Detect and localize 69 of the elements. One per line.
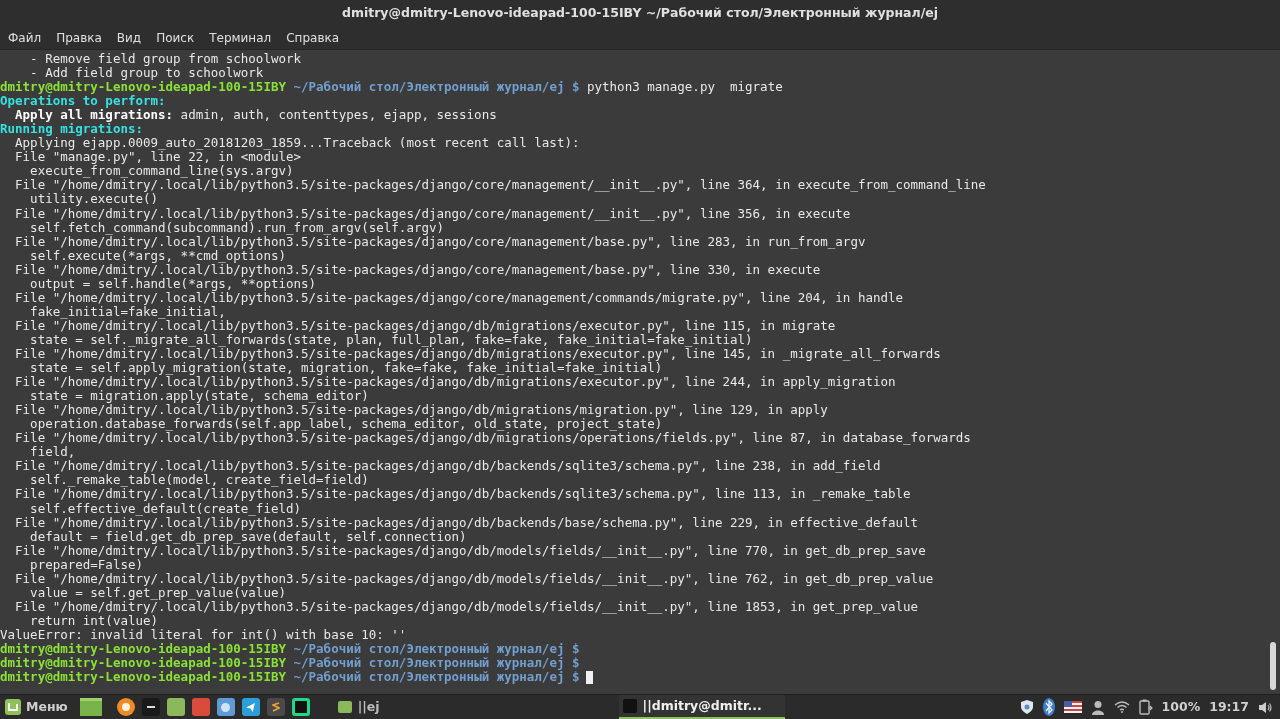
- wifi-icon[interactable]: [1113, 701, 1130, 713]
- terminal-line: state = self.apply_migration(state, migration, fake=fake, fake_initial=fake_initial): [30, 361, 663, 376]
- terminal-line: self.effective_default(create_field): [29, 501, 302, 516]
- editor-icon[interactable]: [266, 698, 285, 716]
- terminal-line: File "/home/dmitry/.local/lib/python3.5/site-packages/django/db/migrations/operations/fields.py", line 87, in database_forwards: [14, 431, 971, 446]
- terminal-line: value = self.get_prep_value(value): [29, 585, 286, 600]
- terminal-line: output = self.handle(*args, **options): [29, 276, 317, 291]
- terminal-line: Applying ejapp.0009_auto_20181203_1859...Traceback (most recent call last):: [15, 136, 580, 151]
- battery-icon[interactable]: [1138, 699, 1153, 715]
- window-button[interactable]: ||dmitry@dmitr...: [618, 695, 785, 719]
- terminal-line: Running migrations:: [0, 122, 143, 137]
- terminal-line: File "manage.py", line 22, in <module>: [14, 150, 302, 165]
- terminal-line: File "/home/dmitry/.local/lib/python3.5/site-packages/django/core/management/base.py", line 330, in execute: [14, 262, 821, 277]
- menu-item[interactable]: Поиск: [156, 28, 195, 47]
- terminal-line: File "/home/dmitry/.local/lib/python3.5/site-packages/django/db/migrations/executor.py", line 244, in apply_migration: [14, 375, 896, 390]
- terminal-line: field,: [29, 445, 76, 460]
- menu-item[interactable]: Справка: [286, 28, 340, 47]
- terminal-line: File "/home/dmitry/.local/lib/python3.5/site-packages/django/db/migrations/executor.py", line 145, in _migrate_all_forwards: [14, 347, 941, 362]
- terminal-line: File "/home/dmitry/.local/lib/python3.5/site-packages/django/core/management/__init__.py", line 356, in execute: [14, 206, 851, 221]
- terminal-line: state = migration.apply(state, schema_editor): [30, 389, 369, 404]
- shield-icon[interactable]: [1019, 699, 1034, 715]
- scrollbar-thumb[interactable]: [1270, 642, 1276, 690]
- terminal-line: self.fetch_command(subcommand).run_from_argv(self.argv): [29, 220, 444, 235]
- terminal-line: File "/home/dmitry/.local/lib/python3.5/site-packages/django/db/models/fields/__init__.py", line 1853, in get_prep_value: [14, 599, 919, 614]
- terminal-line: utility.execute(): [29, 192, 159, 207]
- terminal-line: File "/home/dmitry/.local/lib/python3.5/site-packages/django/db/models/fields/__init__.py", line 770, in get_db_prep_save: [14, 543, 926, 558]
- terminal-line: - Add field group to schoolwork: [30, 66, 264, 81]
- terminal-line: state = self._migrate_all_forwards(state, plan, full_plan, fake=fake, fake_initial=fake_initial): [29, 332, 753, 347]
- terminal-line: File "/home/dmitry/.local/lib/python3.5/site-packages/django/core/management/__init__.py", line 364, in execute_from_command_line: [14, 178, 986, 193]
- bluetooth-icon[interactable]: [1042, 698, 1055, 716]
- terminal-line: File "/home/dmitry/.local/lib/python3.5/site-packages/django/core/management/base.py", line 283, in run_from_argv: [14, 234, 866, 249]
- menu-item[interactable]: Терминал: [209, 28, 272, 47]
- terminal-line: dmitry@dmitry-Lenovo-ideapad-100-15IBY ~/Рабочий стол/Электронный журнал/ej $: [0, 656, 580, 670]
- menu-item[interactable]: Вид: [116, 28, 142, 47]
- terminal-line: File "/home/dmitry/.local/lib/python3.5/site-packages/django/db/migrations/migration.py", line 129, in apply: [14, 403, 828, 418]
- terminal-line: self.execute(*args, **cmd_options): [29, 248, 286, 263]
- battery-percentage: 100%: [1161, 697, 1201, 716]
- terminal-line: File "/home/dmitry/.local/lib/python3.5/site-packages/django/db/backends/base/schema.py", line 229, in effective_default: [14, 515, 919, 530]
- menu-button[interactable]: Меню: [4, 697, 68, 717]
- terminal-line: - Remove field group from schoolwork: [29, 52, 302, 67]
- terminal-line: Operations to perform:: [0, 94, 166, 109]
- terminal-line: default = field.get_db_prep_save(default, self.connection): [29, 529, 467, 544]
- terminal-line: return int(value): [29, 613, 159, 628]
- desktop-icon[interactable]: [79, 698, 102, 716]
- terminal-line: fake_initial=fake_initial,: [29, 304, 226, 319]
- terminal-line: Apply all migrations: admin, auth, contenttypes, ejapp, sessions: [15, 108, 497, 123]
- terminal-line: File "/home/dmitry/.local/lib/python3.5/site-packages/django/db/models/fields/__init__.py", line 762, in get_db_prep_value: [14, 571, 934, 586]
- terminal-line: File "/home/dmitry/.local/lib/python3.5/site-packages/django/db/backends/sqlite3/schema.py", line 238, in add_field: [14, 459, 881, 474]
- menu-item[interactable]: Правка: [56, 28, 102, 47]
- terminal-line: File "/home/dmitry/.local/lib/python3.5/site-packages/django/db/migrations/executor.py", line 115, in migrate: [14, 318, 836, 333]
- paper-plane-icon[interactable]: [241, 698, 260, 716]
- window-button[interactable]: ||ej: [333, 695, 384, 719]
- terminal-line: ValueError: invalid literal for int() with base 10: '': [0, 627, 407, 642]
- terminal-line: self._remake_table(model, create_field=field): [30, 473, 369, 488]
- terminal-line: File "/home/dmitry/.local/lib/python3.5/site-packages/django/db/backends/sqlite3/schema.py", line 113, in _remake_table: [14, 487, 911, 502]
- leaf-logo-icon: [4, 698, 22, 716]
- terminal-line: dmitry@dmitry-Lenovo-ideapad-100-15IBY ~/Рабочий стол/Электронный журнал/ej $ python3 manage.py migrate: [0, 80, 783, 95]
- terminal-line: File "/home/dmitry/.local/lib/python3.5/site-packages/django/core/management/commands/migrate.py", line 204, in handle: [14, 290, 904, 305]
- terminal-line: operation.database_forwards(self.app_label, schema_editor, old_state, project_state): [30, 417, 663, 432]
- clock[interactable]: 19:17: [1209, 697, 1249, 717]
- volume-icon[interactable]: [1258, 700, 1272, 714]
- window-title: dmitry@dmitry-Lenovo-ideapad-100-15IBY ~/Рабочий стол/Электронный журнал/ej: [341, 3, 939, 22]
- terminal-line: dmitry@dmitry-Lenovo-ideapad-100-15IBY ~/Рабочий стол/Электронный журнал/ej $: [0, 641, 580, 656]
- terminal-line: prepared=False): [29, 557, 143, 572]
- user-icon[interactable]: [1090, 699, 1105, 715]
- terminal-line: execute_from_command_line(sys.argv): [30, 164, 294, 179]
- flag-icon[interactable]: [1063, 701, 1082, 713]
- menu-item[interactable]: Файл: [8, 28, 42, 47]
- terminal-line: dmitry@dmitry-Lenovo-ideapad-100-15IBY ~/Рабочий стол/Электронный журнал/ej $: [0, 670, 594, 685]
